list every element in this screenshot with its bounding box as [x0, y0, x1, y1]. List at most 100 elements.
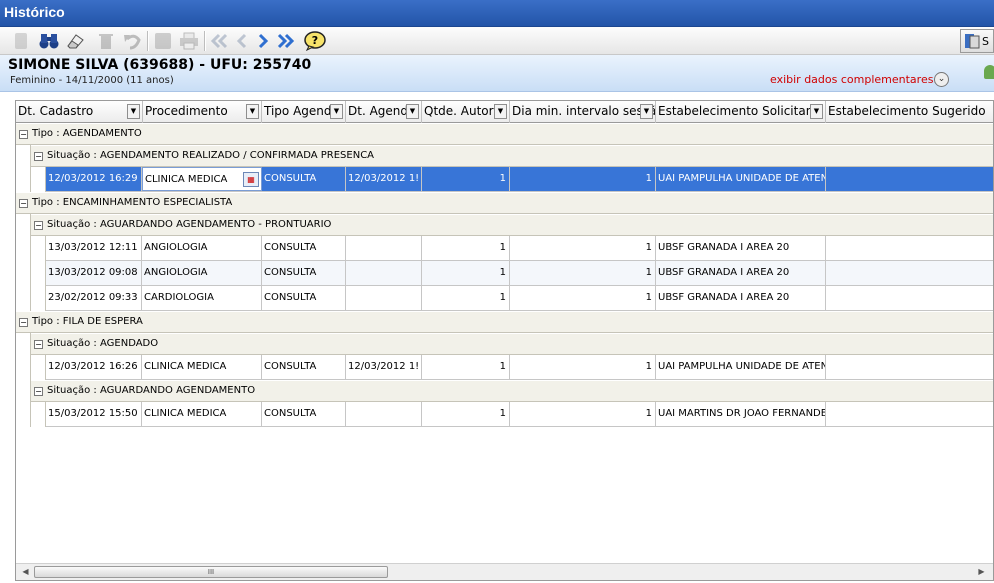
cell-qtde-autor[interactable]: 1: [422, 261, 510, 285]
table-row[interactable]: 15/03/2012 15:50 CLINICA MEDICA CONSULTA 1 1…: [46, 402, 993, 427]
cell-procedimento[interactable]: ANGIOLOGIA: [142, 236, 262, 260]
help-icon[interactable]: ?: [304, 30, 326, 52]
scroll-thumb[interactable]: III: [34, 566, 388, 578]
table-row[interactable]: 12/03/2012 16:29 CLINICA MEDICA ▦ CONSULTA 1…: [46, 167, 993, 192]
cell-dia-min[interactable]: 1: [510, 402, 656, 426]
cell-dt-cadastro[interactable]: 12/03/2012 16:26: [46, 355, 142, 379]
cell-qtde-autor[interactable]: 1: [422, 402, 510, 426]
cell-estab-solicitante[interactable]: UBSF GRANADA I AREA 20: [656, 261, 826, 285]
subgroup-row[interactable]: − Situação : AGUARDANDO AGENDAMENTO - PRO…: [31, 214, 993, 236]
more-data-link[interactable]: exibir dados complementares...: [770, 73, 944, 86]
column-filter-dropdown-icon[interactable]: ▼: [246, 104, 259, 119]
column-filter-dropdown-icon[interactable]: ▼: [640, 104, 653, 119]
cell-estab-solicitante[interactable]: UBSF GRANADA I AREA 20: [656, 236, 826, 260]
column-filter-dropdown-icon[interactable]: ▼: [810, 104, 823, 119]
scroll-right-icon[interactable]: ▶: [974, 565, 989, 579]
cell-dt-agend[interactable]: [346, 261, 422, 285]
cell-estab-sugerido[interactable]: [826, 167, 993, 191]
cell-estab-solicitante[interactable]: UBSF GRANADA I AREA 20: [656, 286, 826, 310]
cell-dt-agend[interactable]: [346, 286, 422, 310]
group-row[interactable]: − Tipo : ENCAMINHAMENTO ESPECIALISTA: [16, 192, 993, 214]
subgroup-row[interactable]: − Situação : AGUARDANDO AGENDAMENTO: [31, 380, 993, 402]
cell-tipo-agend[interactable]: CONSULTA: [262, 402, 346, 426]
collapse-toggle-icon[interactable]: −: [34, 221, 43, 230]
cell-dia-min[interactable]: 1: [510, 236, 656, 260]
collapse-toggle-icon[interactable]: −: [34, 152, 43, 161]
collapse-toggle-icon[interactable]: −: [34, 340, 43, 349]
cell-tipo-agend[interactable]: CONSULTA: [262, 286, 346, 310]
column-header[interactable]: Estabelecimento Sugerido: [826, 101, 993, 123]
cell-estab-sugerido[interactable]: [826, 261, 993, 285]
side-panel-button[interactable]: S: [960, 29, 994, 53]
cell-tipo-agend[interactable]: CONSULTA: [262, 167, 346, 191]
cell-estab-solicitante[interactable]: UAI PAMPULHA UNIDADE DE ATEN: [656, 355, 826, 379]
cell-estab-sugerido[interactable]: [826, 286, 993, 310]
table-row[interactable]: 23/02/2012 09:33 CARDIOLOGIA CONSULTA 1 1 UBS…: [46, 286, 993, 311]
subgroup-row[interactable]: − Situação : AGENDADO: [31, 333, 993, 355]
new-record-icon[interactable]: [10, 30, 32, 52]
column-header[interactable]: Procedimento: [143, 101, 262, 123]
last-record-icon[interactable]: [275, 30, 297, 52]
group-row[interactable]: − Tipo : FILA DE ESPERA: [16, 311, 993, 333]
save-disk-icon[interactable]: [152, 30, 174, 52]
horizontal-scrollbar[interactable]: ◀ III ▶: [16, 563, 993, 580]
cell-tipo-agend[interactable]: CONSULTA: [262, 261, 346, 285]
cell-tipo-agend[interactable]: CONSULTA: [262, 236, 346, 260]
cell-procedimento[interactable]: CLINICA MEDICA ▦: [142, 167, 262, 191]
cell-dt-cadastro[interactable]: 13/03/2012 09:08: [46, 261, 142, 285]
next-record-icon[interactable]: [252, 30, 274, 52]
cell-procedimento[interactable]: ANGIOLOGIA: [142, 261, 262, 285]
cell-estab-sugerido[interactable]: [826, 355, 993, 379]
first-record-icon[interactable]: [208, 30, 230, 52]
cell-dia-min[interactable]: 1: [510, 355, 656, 379]
table-row[interactable]: 13/03/2012 12:11 ANGIOLOGIA CONSULTA 1 1 UBSF…: [46, 236, 993, 261]
search-binoculars-icon[interactable]: [38, 30, 60, 52]
print-icon[interactable]: [178, 30, 200, 52]
cell-dt-agend[interactable]: [346, 402, 422, 426]
table-row[interactable]: 13/03/2012 09:08 ANGIOLOGIA CONSULTA 1 1 UBSF…: [46, 261, 993, 286]
column-filter-dropdown-icon[interactable]: ▼: [330, 104, 343, 119]
cell-estab-solicitante[interactable]: UAI MARTINS DR JOAO FERNANDES: [656, 402, 826, 426]
user-icon[interactable]: [984, 65, 994, 79]
group-row[interactable]: − Tipo : AGENDAMENTO: [16, 123, 993, 145]
cell-dt-agend[interactable]: [346, 236, 422, 260]
cell-procedimento[interactable]: CLINICA MEDICA: [142, 355, 262, 379]
cell-qtde-autor[interactable]: 1: [422, 286, 510, 310]
cell-estab-solicitante[interactable]: UAI PAMPULHA UNIDADE DE ATEN: [656, 167, 826, 191]
table-row[interactable]: 12/03/2012 16:26 CLINICA MEDICA CONSULTA 12…: [46, 355, 993, 380]
column-header[interactable]: Estabelecimento Solicitant: [656, 101, 826, 123]
cell-dt-cadastro[interactable]: 12/03/2012 16:29: [46, 167, 142, 191]
scroll-left-icon[interactable]: ◀: [18, 565, 33, 579]
collapse-toggle-icon[interactable]: −: [19, 199, 28, 208]
cell-qtde-autor[interactable]: 1: [422, 236, 510, 260]
cell-procedimento[interactable]: CARDIOLOGIA: [142, 286, 262, 310]
edit-picker-icon[interactable]: ▦: [243, 172, 259, 187]
cell-dt-cadastro[interactable]: 23/02/2012 09:33: [46, 286, 142, 310]
delete-trash-icon[interactable]: [95, 30, 117, 52]
cell-dt-cadastro[interactable]: 15/03/2012 15:50: [46, 402, 142, 426]
collapse-toggle-icon[interactable]: −: [19, 130, 28, 139]
column-filter-dropdown-icon[interactable]: ▼: [127, 104, 140, 119]
column-filter-dropdown-icon[interactable]: ▼: [494, 104, 507, 119]
expand-circle-icon[interactable]: ⌄: [934, 72, 949, 87]
cell-dt-cadastro[interactable]: 13/03/2012 12:11: [46, 236, 142, 260]
collapse-toggle-icon[interactable]: −: [19, 318, 28, 327]
cell-dt-agend[interactable]: 12/03/2012 1!: [346, 167, 422, 191]
previous-record-icon[interactable]: [231, 30, 253, 52]
column-filter-dropdown-icon[interactable]: ▼: [406, 104, 419, 119]
cell-estab-sugerido[interactable]: [826, 402, 993, 426]
cell-dia-min[interactable]: 1: [510, 167, 656, 191]
cell-qtde-autor[interactable]: 1: [422, 167, 510, 191]
cell-tipo-agend[interactable]: CONSULTA: [262, 355, 346, 379]
eraser-icon[interactable]: [64, 30, 86, 52]
collapse-toggle-icon[interactable]: −: [34, 387, 43, 396]
cell-procedimento[interactable]: CLINICA MEDICA: [142, 402, 262, 426]
cell-estab-sugerido[interactable]: [826, 236, 993, 260]
subgroup-row[interactable]: − Situação : AGENDAMENTO REALIZADO / CONF…: [31, 145, 993, 167]
column-header[interactable]: Dt. Cadastro: [16, 101, 143, 123]
cell-dia-min[interactable]: 1: [510, 286, 656, 310]
cell-qtde-autor[interactable]: 1: [422, 355, 510, 379]
undo-icon[interactable]: [121, 30, 143, 52]
cell-dt-agend[interactable]: 12/03/2012 1!: [346, 355, 422, 379]
column-header[interactable]: Dia min. intervalo sessã: [510, 101, 656, 123]
